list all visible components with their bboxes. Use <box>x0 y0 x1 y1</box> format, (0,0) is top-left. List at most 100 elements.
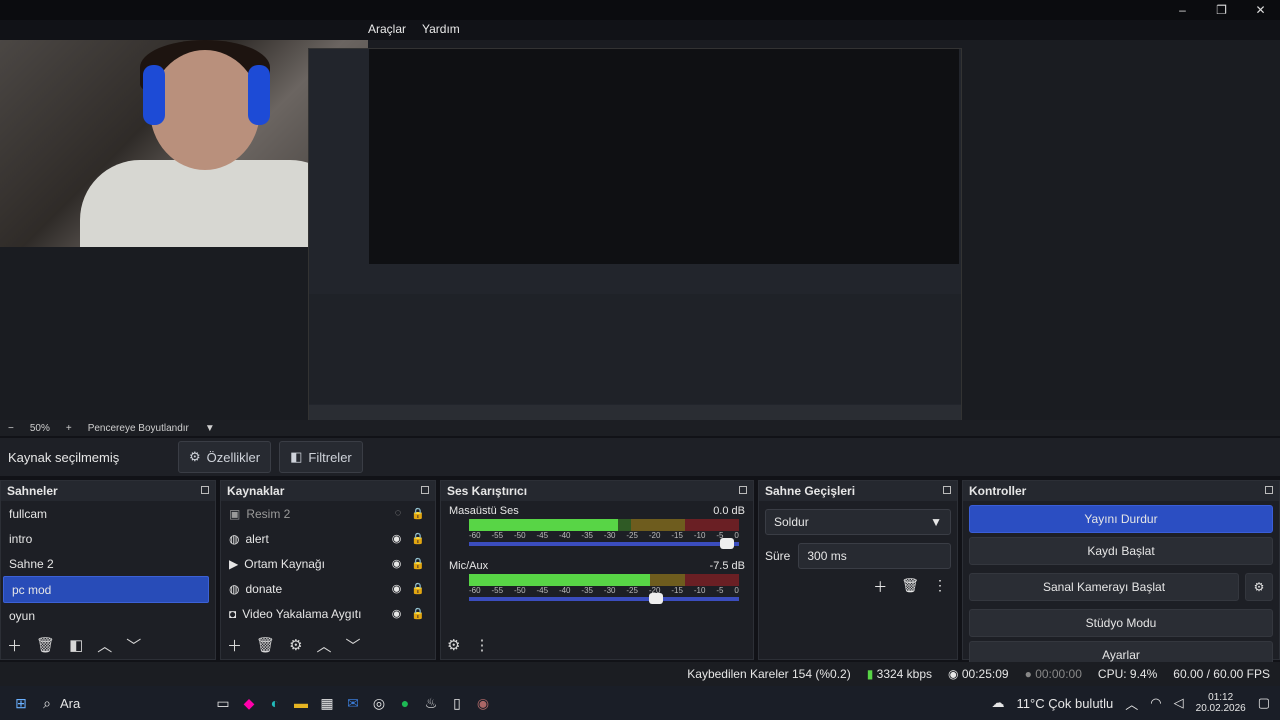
weather-icon[interactable]: ☁ <box>992 695 1005 711</box>
scale-tick: -15 <box>671 531 683 540</box>
record-time: ● 00:00:00 <box>1024 667 1082 681</box>
filters-button[interactable]: ◧ Filtreler <box>279 441 363 473</box>
folder-icon[interactable]: ▬ <box>288 690 314 716</box>
store-icon[interactable]: ▦ <box>314 690 340 716</box>
properties-button[interactable]: ⚙ Özellikler <box>178 441 272 473</box>
popout-icon[interactable] <box>421 486 429 494</box>
fit-window-option[interactable]: Pencereye Boyutlandır <box>88 423 189 434</box>
popout-icon[interactable] <box>739 486 747 494</box>
maximize-button[interactable]: ❐ <box>1202 0 1241 20</box>
lock-icon[interactable]: 🔒 <box>411 507 425 520</box>
add-icon[interactable]: ＋ <box>227 635 242 656</box>
taskbar: ⊞ ⌕ Ara ▭ ◆ ◐ ▬ ▦ ✉ ◎ ● ♨ ▯ ◉ ☁ 11°C Çok… <box>0 686 1280 720</box>
scale-tick: -50 <box>513 586 526 595</box>
scene-item[interactable]: oyun <box>1 603 215 628</box>
scale-tick: -45 <box>536 531 549 540</box>
source-item[interactable]: ◍ alert ◉ 🔒 <box>221 526 435 551</box>
edge-icon[interactable]: ◐ <box>262 690 288 716</box>
eye-icon[interactable]: ◉ <box>392 557 402 570</box>
chevron-up-icon[interactable]: ︿ <box>97 635 112 656</box>
minimize-button[interactable]: – <box>1163 0 1202 20</box>
gear-icon[interactable]: ⚙ <box>289 636 302 654</box>
gear-icon[interactable]: ⚙ <box>1245 573 1273 601</box>
camera-icon: ◘ <box>229 606 237 621</box>
menu-tools[interactable]: Araçlar <box>368 22 406 36</box>
lock-icon[interactable]: 🔒 <box>411 607 425 620</box>
volume-slider[interactable] <box>469 593 739 604</box>
close-button[interactable]: ✕ <box>1241 0 1280 20</box>
popout-icon[interactable] <box>1265 486 1273 494</box>
more-icon[interactable]: ⋮ <box>933 577 947 597</box>
copilot-icon[interactable]: ◆ <box>236 690 262 716</box>
lock-icon[interactable]: 🔒 <box>411 557 425 570</box>
mail-icon[interactable]: ✉ <box>340 690 366 716</box>
scene-item[interactable]: fullcam <box>1 501 215 526</box>
weather[interactable]: 11°C Çok bulutlu <box>1017 696 1114 711</box>
scene-item[interactable]: intro <box>1 526 215 551</box>
duration-input[interactable]: 300 ms <box>798 543 951 569</box>
scene-item-selected[interactable]: pc mod <box>3 576 209 603</box>
start-virtual-cam-button[interactable]: Sanal Kamerayı Başlat <box>969 573 1239 601</box>
source-item[interactable]: ◘ Video Yakalama Aygıtı ◉ 🔒 <box>221 601 435 626</box>
add-icon[interactable]: ＋ <box>873 577 887 597</box>
scene-transitions-dock: Sahne Geçişleri Soldur ▼ Süre 300 ms ＋ 🗑 … <box>758 480 958 660</box>
eye-icon[interactable]: ◉ <box>392 582 402 595</box>
zoom-in-button[interactable]: + <box>66 423 72 434</box>
add-icon[interactable]: ＋ <box>7 635 22 656</box>
chevron-down-icon[interactable]: ﹀ <box>126 635 141 656</box>
scale-tick: -30 <box>603 586 616 595</box>
broadcast-icon: ◉ <box>948 667 959 681</box>
source-item[interactable]: ▶ Ortam Kaynağı ◉ 🔒 <box>221 551 435 576</box>
chevron-down-icon[interactable]: ▼ <box>205 423 215 434</box>
status-bar: Kaybedilen Kareler 154 (%0.2) ▮ 3324 kbp… <box>0 662 1280 686</box>
windows-start-icon[interactable]: ⊞ <box>8 690 34 716</box>
taskbar-search[interactable]: Ara <box>60 696 210 711</box>
trash-icon[interactable]: 🗑 <box>36 636 55 654</box>
notification-icon[interactable]: ▢ <box>1258 695 1270 711</box>
source-tools: ＋ 🗑 ⚙ ︿ ﹀ <box>221 631 435 659</box>
scale-tick: -50 <box>513 531 526 540</box>
spotify-icon[interactable]: ● <box>392 690 418 716</box>
search-icon[interactable]: ⌕ <box>34 690 60 716</box>
mixer-tools: ⚙ ⋮ <box>441 631 753 659</box>
wifi-icon[interactable]: ◠ <box>1150 695 1161 711</box>
source-item[interactable]: ▣ Resim 2 ◌ 🔒 <box>221 501 435 526</box>
scenes-dock: Sahneler fullcam intro Sahne 2 pc mod oy… <box>0 480 216 660</box>
lock-icon[interactable]: 🔒 <box>411 582 425 595</box>
popout-icon[interactable] <box>943 486 951 494</box>
volume-slider[interactable] <box>469 538 739 549</box>
tray-chevron-icon[interactable]: ︿ <box>1125 694 1138 713</box>
eye-icon[interactable]: ◉ <box>392 607 402 620</box>
lock-icon[interactable]: 🔒 <box>411 532 425 545</box>
preview-canvas[interactable] <box>0 40 1280 422</box>
eye-icon[interactable]: ◉ <box>392 532 402 545</box>
popout-icon[interactable] <box>201 486 209 494</box>
scene-item[interactable]: Sahne 2 <box>1 551 215 576</box>
clock[interactable]: 01:12 20.02.2026 <box>1196 692 1246 714</box>
steam-icon[interactable]: ♨ <box>418 690 444 716</box>
notepad-icon[interactable]: ▯ <box>444 690 470 716</box>
gear-icon[interactable]: ⚙ <box>447 636 460 654</box>
source-item[interactable]: ◍ donate ◉ 🔒 <box>221 576 435 601</box>
more-icon[interactable]: ⋮ <box>474 636 489 654</box>
eye-hidden-icon[interactable]: ◌ <box>395 507 402 520</box>
start-recording-button[interactable]: Kaydı Başlat <box>969 537 1273 565</box>
studio-mode-button[interactable]: Stüdyo Modu <box>969 609 1273 637</box>
transition-select[interactable]: Soldur ▼ <box>765 509 951 535</box>
chevron-down-icon[interactable]: ﹀ <box>346 635 361 656</box>
stop-stream-button[interactable]: Yayını Durdur <box>969 505 1273 533</box>
task-view-icon[interactable]: ▭ <box>210 690 236 716</box>
trash-icon[interactable]: 🗑 <box>901 577 919 597</box>
scale-tick: -20 <box>648 531 661 540</box>
trash-icon[interactable]: 🗑 <box>256 636 275 654</box>
obs-icon[interactable]: ◎ <box>366 690 392 716</box>
scale-tick: 0 <box>734 531 739 540</box>
app-icon[interactable]: ◉ <box>470 690 496 716</box>
scale-tick: -55 <box>491 586 504 595</box>
zoom-out-button[interactable]: − <box>8 423 14 434</box>
volume-icon[interactable]: ◁ <box>1174 695 1184 711</box>
source-list: ▣ Resim 2 ◌ 🔒 ◍ alert ◉ 🔒 ▶ Ortam Kaynağı ◉ 🔒 … <box>221 501 435 626</box>
menu-help[interactable]: Yardım <box>422 22 460 36</box>
filter-icon[interactable]: ◧ <box>69 636 83 654</box>
chevron-up-icon[interactable]: ︿ <box>317 635 332 656</box>
